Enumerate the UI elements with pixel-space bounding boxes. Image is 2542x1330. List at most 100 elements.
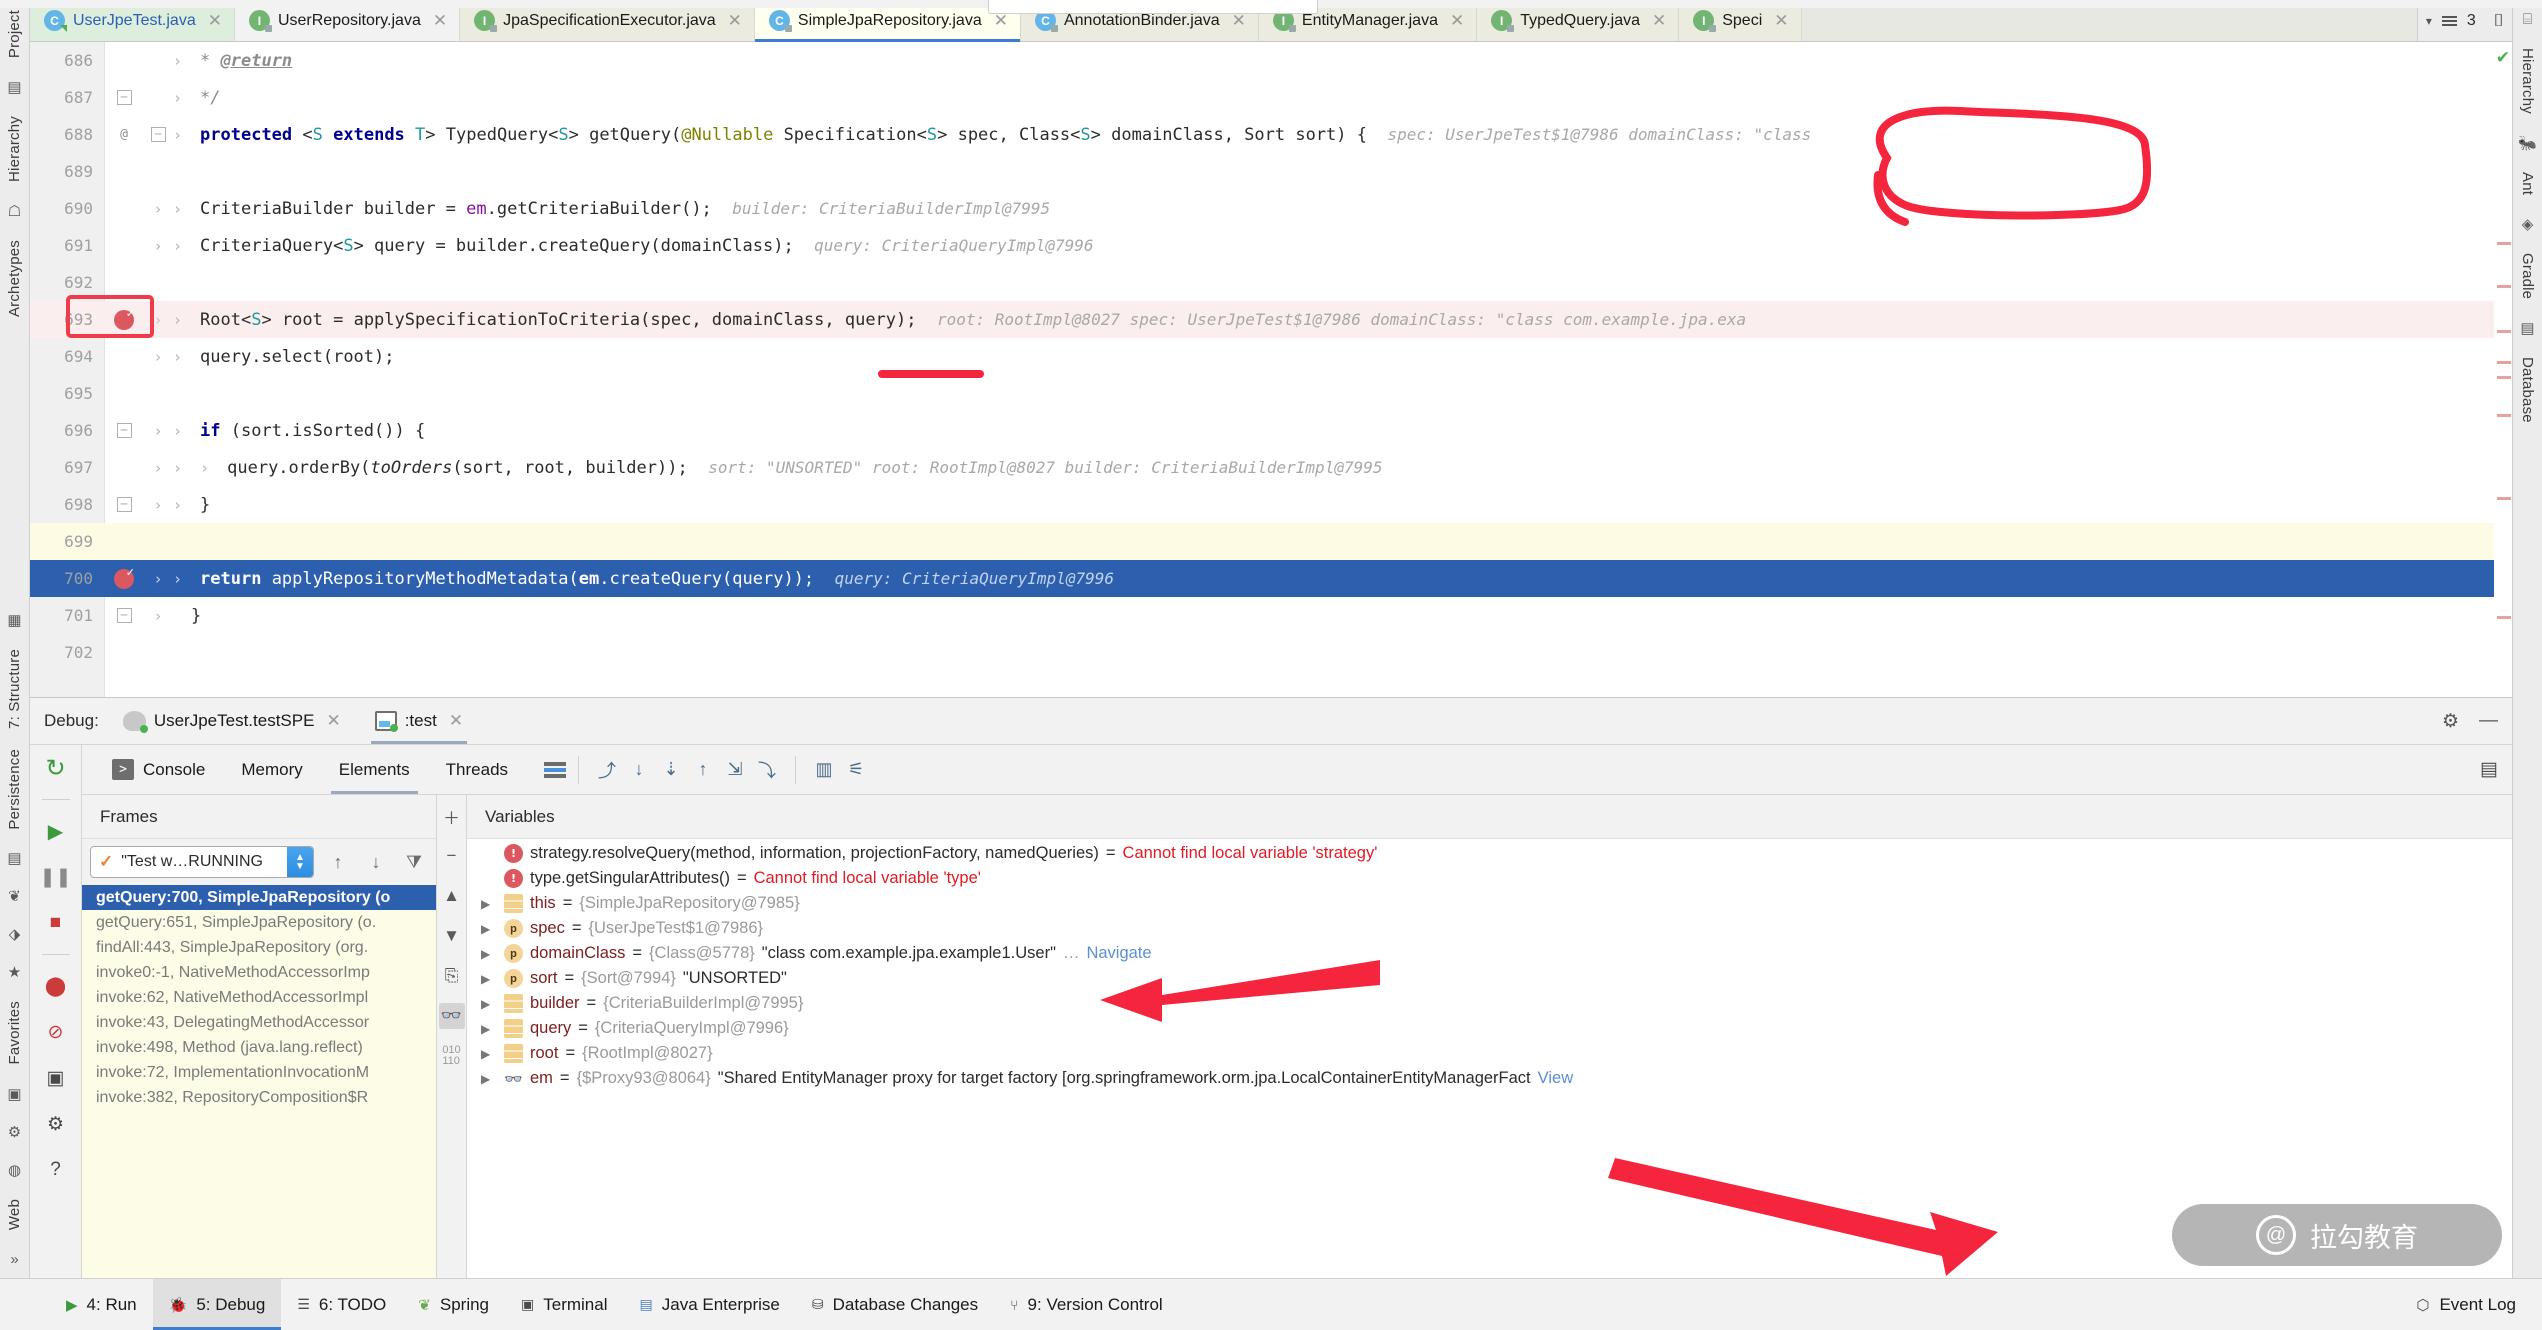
frame-row-0[interactable]: getQuery:700, SimpleJpaRepository (o <box>82 885 436 910</box>
variable-row-type[interactable]: ! type.getSingularAttributes() = Cannot … <box>467 866 2512 891</box>
pin-icon[interactable]: ⌷ <box>2494 11 2504 31</box>
code-line-700[interactable]: 700 › › return applyRepositoryMethodMeta… <box>30 560 2512 597</box>
code-line-698[interactable]: 698 − › › } <box>30 486 2512 523</box>
fold-marker[interactable]: › <box>143 311 173 329</box>
fold-marker[interactable]: › <box>143 200 173 218</box>
breakpoint-marker[interactable] <box>105 310 143 330</box>
gutter-marker[interactable]: − <box>105 423 143 438</box>
evaluate-expression-icon[interactable]: ▥ <box>808 754 840 786</box>
code-line-696[interactable]: 696 − › › if (sort.isSorted()) { <box>30 412 2512 449</box>
sidebar-item-archetypes[interactable]: Archetypes <box>6 230 23 327</box>
expand-arrow-icon[interactable]: ▶ <box>481 972 497 986</box>
gradle-icon[interactable]: ◈ <box>2517 213 2539 235</box>
code-line-688[interactable]: 688 @ − › protected <S extends T> TypedQ… <box>30 116 2512 153</box>
frame-row-1[interactable]: getQuery:651, SimpleJpaRepository (o. <box>82 910 436 935</box>
close-icon[interactable]: ✕ <box>1774 11 1788 31</box>
layout-settings-icon[interactable] <box>544 762 566 778</box>
person-icon[interactable]: ☖ <box>4 200 26 222</box>
close-icon[interactable]: ✕ <box>728 11 742 31</box>
ant-icon[interactable]: 🐜 <box>2517 132 2539 154</box>
sidebar-item-hierarchy[interactable]: Hierarchy <box>6 106 23 192</box>
fold-marker[interactable]: − <box>143 127 173 142</box>
variable-row-strategy[interactable]: ! strategy.resolveQuery(method, informat… <box>467 841 2512 866</box>
more-chevrons-icon[interactable]: » <box>4 1248 26 1270</box>
marker-stripe[interactable] <box>2497 414 2511 417</box>
marker-stripe[interactable] <box>2497 376 2511 379</box>
code-line-686[interactable]: 686 › * @return <box>30 42 2512 79</box>
persistence-db-icon[interactable]: ▤ <box>4 847 26 869</box>
marker-stripe[interactable] <box>2497 616 2511 619</box>
annotation-gutter-icon[interactable]: @ <box>105 127 143 142</box>
fold-marker[interactable]: › <box>143 496 173 514</box>
fold-marker[interactable]: › <box>143 607 173 625</box>
variable-row-spec[interactable]: ▶ p spec = {UserJpeTest$1@7986} <box>467 916 2512 941</box>
frame-row-7[interactable]: invoke:72, ImplementationInvocationM <box>82 1060 436 1085</box>
database-icon[interactable]: ▤ <box>2517 317 2539 339</box>
close-icon[interactable]: ✕ <box>326 711 340 731</box>
run-to-cursor-icon[interactable]: ⤵ <box>751 754 783 786</box>
remove-watch-icon[interactable]: − <box>439 843 465 869</box>
fold-marker[interactable]: › <box>143 348 173 366</box>
expand-arrow-icon[interactable]: ▶ <box>481 897 497 911</box>
fold-collapse-icon[interactable]: − <box>151 127 166 142</box>
code-line-694[interactable]: 694 › › query.select(root); <box>30 338 2512 375</box>
force-step-into-icon[interactable]: ⇣ <box>655 754 687 786</box>
frame-row-5[interactable]: invoke:43, DelegatingMethodAccessor <box>82 1010 436 1035</box>
gutter-marker[interactable]: − <box>105 90 143 105</box>
status-item-terminal[interactable]: ▣ Terminal <box>505 1279 623 1330</box>
drop-frame-icon[interactable]: ⇲ <box>719 754 751 786</box>
code-line-689[interactable]: 689 <box>30 153 2512 190</box>
settings-gear-icon[interactable]: ⚙ <box>41 1109 71 1139</box>
move-down-icon[interactable]: ▼ <box>439 923 465 949</box>
minimize-icon[interactable]: — <box>2479 710 2498 732</box>
view-link[interactable]: View <box>1538 1069 1573 1088</box>
camera-icon[interactable]: ▣ <box>4 1083 26 1105</box>
fold-marker[interactable]: › <box>143 237 173 255</box>
thread-dropdown[interactable]: ✓ "Test w…RUNNING ▲▼ <box>90 846 314 878</box>
status-item-database-changes[interactable]: ⛁ Database Changes <box>796 1279 994 1330</box>
binary-view-icon[interactable]: 010110 <box>439 1043 465 1069</box>
variable-row-builder[interactable]: ▶ builder = {CriteriaBuilderImpl@7995} <box>467 991 2512 1016</box>
settings-gear-icon[interactable]: ⚙ <box>2442 710 2459 733</box>
marker-stripe[interactable] <box>2497 285 2511 288</box>
settings-sliders-icon[interactable]: ⚟ <box>840 754 872 786</box>
fold-collapse-icon[interactable]: − <box>117 90 132 105</box>
code-line-693[interactable]: 693 › › Root<S> root = applySpecificatio… <box>30 301 2512 338</box>
breakpoint-icon[interactable] <box>114 310 134 330</box>
code-line-691[interactable]: 691 › › CriteriaQuery<S> query = builder… <box>30 227 2512 264</box>
status-item-java-enterprise[interactable]: ▤ Java Enterprise <box>624 1279 796 1330</box>
mute-breakpoints-icon[interactable]: ⊘ <box>41 1017 71 1047</box>
fold-marker[interactable]: › <box>143 459 173 477</box>
view-breakpoints-icon[interactable]: ⬤ <box>41 971 71 1001</box>
sidebar-item-favorites[interactable]: Favorites <box>6 991 23 1075</box>
move-up-icon[interactable]: ▲ <box>439 883 465 909</box>
tab-threads[interactable]: Threads <box>428 745 526 794</box>
sidebar-item-ant[interactable]: Ant <box>2519 162 2536 205</box>
variable-row-domainclass[interactable]: ▶ p domainClass = {Class@5778} "class co… <box>467 941 2512 966</box>
frame-row-6[interactable]: invoke:498, Method (java.lang.reflect) <box>82 1035 436 1060</box>
run-tab-userjpetest[interactable]: UserJpeTest.testSPE ✕ <box>113 698 351 744</box>
marker-stripe[interactable] <box>2497 330 2511 333</box>
marker-stripe[interactable] <box>2497 497 2511 500</box>
sidebar-item-gradle[interactable]: Gradle <box>2519 243 2536 309</box>
spinner-arrows-icon[interactable]: ▲▼ <box>287 847 313 877</box>
code-line-699[interactable]: 699 <box>30 523 2512 560</box>
variable-row-query[interactable]: ▶ query = {CriteriaQueryImpl@7996} <box>467 1016 2512 1041</box>
frame-up-icon[interactable]: ↑ <box>324 848 352 876</box>
code-line-695[interactable]: 695 <box>30 375 2512 412</box>
variable-row-root[interactable]: ▶ root = {RootImpl@8027} <box>467 1041 2512 1066</box>
breakpoint-icon[interactable] <box>114 569 134 589</box>
frame-row-2[interactable]: findAll:443, SimpleJpaRepository (org. <box>82 935 436 960</box>
breakpoint-marker[interactable] <box>105 569 143 589</box>
status-item-todo[interactable]: ☰ 6: TODO <box>281 1279 402 1330</box>
fold-collapse-icon[interactable]: − <box>117 608 132 623</box>
code-line-697[interactable]: 697 › › › query.orderBy(toOrders(sort, r… <box>30 449 2512 486</box>
step-over-icon[interactable]: ⤴ <box>591 754 623 786</box>
hierarchy-tree-icon[interactable]: ⌸ <box>2517 8 2539 30</box>
code-line-701[interactable]: 701 − › } <box>30 597 2512 634</box>
structure-grid-icon[interactable]: ▦ <box>4 609 26 631</box>
code-line-687[interactable]: 687 − › */ <box>30 79 2512 116</box>
tab-elements[interactable]: Elements <box>321 745 428 794</box>
expand-arrow-icon[interactable]: ▶ <box>481 1022 497 1036</box>
code-line-690[interactable]: 690 › › CriteriaBuilder builder = em.get… <box>30 190 2512 227</box>
